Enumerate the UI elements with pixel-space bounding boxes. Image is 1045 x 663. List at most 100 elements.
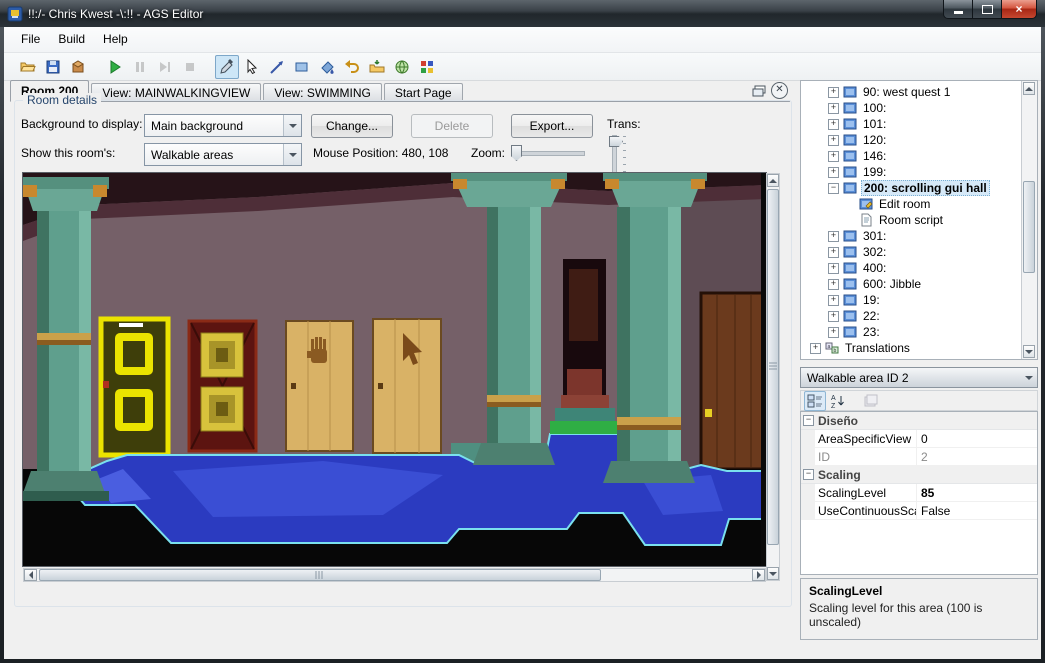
expand-icon[interactable]: + bbox=[828, 102, 839, 114]
tree-item-199[interactable]: +199: bbox=[801, 164, 1021, 180]
expand-icon[interactable]: + bbox=[828, 86, 839, 98]
property-category-scaling[interactable]: − Scaling bbox=[801, 466, 1037, 484]
expand-icon[interactable]: + bbox=[828, 310, 839, 322]
tree-item-translations[interactable]: + a b Translations bbox=[801, 340, 1021, 356]
canvas-vertical-scrollbar[interactable] bbox=[766, 173, 780, 581]
tab-view-swimming[interactable]: View: SWIMMING bbox=[263, 83, 382, 101]
select-cursor-button[interactable] bbox=[240, 55, 264, 79]
tab-start-page[interactable]: Start Page bbox=[383, 83, 463, 101]
expand-icon[interactable]: + bbox=[828, 262, 839, 274]
window-list-button[interactable] bbox=[751, 83, 767, 98]
property-value[interactable]: 2 bbox=[917, 448, 1037, 465]
tree-item-90-west-quest-1[interactable]: +90: west quest 1 bbox=[801, 84, 1021, 100]
room-icon bbox=[843, 309, 857, 323]
horizontal-scroll-thumb[interactable] bbox=[39, 569, 601, 581]
slider-track[interactable] bbox=[511, 151, 585, 156]
chevron-down-icon[interactable] bbox=[1021, 368, 1037, 387]
vertical-scroll-thumb[interactable] bbox=[767, 189, 779, 545]
alphabetical-button[interactable]: AZ bbox=[827, 391, 849, 411]
tree-item-302[interactable]: +302: bbox=[801, 244, 1021, 260]
walkable-area-selector[interactable]: Walkable area ID 2 bbox=[800, 367, 1038, 388]
tree-item-146[interactable]: +146: bbox=[801, 148, 1021, 164]
slider-thumb[interactable] bbox=[511, 145, 522, 161]
export-button[interactable]: Export... bbox=[511, 114, 593, 138]
categorized-button[interactable] bbox=[804, 390, 826, 411]
run-button[interactable] bbox=[103, 55, 127, 79]
draw-rectangle-button[interactable] bbox=[290, 55, 314, 79]
expand-icon[interactable]: + bbox=[828, 134, 839, 146]
property-value[interactable]: 85 bbox=[917, 484, 1037, 501]
expand-icon[interactable]: + bbox=[810, 342, 821, 354]
close-tab-button[interactable]: ✕ bbox=[771, 82, 788, 99]
expand-icon[interactable]: + bbox=[828, 326, 839, 338]
tree-item-22[interactable]: +22: bbox=[801, 308, 1021, 324]
tree-item-room-script[interactable]: Room script bbox=[801, 212, 1021, 228]
property-value[interactable]: 0 bbox=[917, 430, 1037, 447]
palette-button[interactable] bbox=[415, 55, 439, 79]
titlebar[interactable]: !!:/- Chris Kwest -\:!! - AGS Editor × bbox=[0, 0, 1045, 27]
scroll-up-button[interactable] bbox=[1023, 82, 1035, 95]
chevron-down-icon[interactable] bbox=[283, 115, 301, 136]
tree-item-400[interactable]: +400: bbox=[801, 260, 1021, 276]
tab-view-mainwalkingview[interactable]: View: MAINWALKINGVIEW bbox=[91, 83, 262, 101]
tree-scrollbar[interactable] bbox=[1021, 81, 1037, 359]
slider-thumb[interactable] bbox=[609, 136, 623, 147]
scroll-right-button[interactable] bbox=[752, 569, 765, 581]
property-row-areaspecificview[interactable]: AreaSpecificView 0 bbox=[801, 430, 1037, 448]
expand-icon[interactable]: + bbox=[828, 166, 839, 178]
tree-scroll-thumb[interactable] bbox=[1023, 181, 1035, 273]
change-button[interactable]: Change... bbox=[311, 114, 393, 138]
collapse-icon[interactable]: − bbox=[828, 182, 839, 194]
draw-line-button[interactable] bbox=[265, 55, 289, 79]
open-button[interactable] bbox=[16, 55, 40, 79]
property-row-scalinglevel[interactable]: ScalingLevel 85 bbox=[801, 484, 1037, 502]
room-canvas[interactable] bbox=[22, 172, 767, 567]
chevron-down-icon[interactable] bbox=[283, 144, 301, 165]
transparency-slider[interactable] bbox=[608, 133, 626, 177]
scroll-left-button[interactable] bbox=[24, 569, 37, 581]
expand-icon[interactable]: + bbox=[828, 294, 839, 306]
tree-item-100[interactable]: +100: bbox=[801, 100, 1021, 116]
tree-item-200-scrolling-gui-hall[interactable]: − 200: scrolling gui hall bbox=[801, 180, 1021, 196]
scroll-down-button[interactable] bbox=[767, 567, 779, 580]
property-category-diseño[interactable]: − Diseño bbox=[801, 412, 1037, 430]
scroll-down-button[interactable] bbox=[1023, 345, 1035, 358]
tree-item-600-jibble[interactable]: +600: Jibble bbox=[801, 276, 1021, 292]
save-button[interactable] bbox=[41, 55, 65, 79]
expand-icon[interactable]: + bbox=[828, 278, 839, 290]
expand-icon[interactable]: + bbox=[828, 246, 839, 258]
expand-icon[interactable]: + bbox=[828, 118, 839, 130]
expand-icon[interactable]: + bbox=[828, 150, 839, 162]
tree-item-edit-room[interactable]: Edit room bbox=[801, 196, 1021, 212]
expand-icon[interactable]: + bbox=[828, 230, 839, 242]
fill-area-button[interactable] bbox=[315, 55, 339, 79]
web-button[interactable] bbox=[390, 55, 414, 79]
import-button[interactable] bbox=[365, 55, 389, 79]
select-color-button[interactable] bbox=[215, 54, 239, 79]
collapse-icon[interactable]: − bbox=[803, 415, 814, 426]
tree-item-23[interactable]: +23: bbox=[801, 324, 1021, 340]
undo-button[interactable] bbox=[340, 55, 364, 79]
scroll-up-button[interactable] bbox=[767, 174, 779, 187]
canvas-horizontal-scrollbar[interactable] bbox=[23, 568, 766, 582]
menu-build[interactable]: Build bbox=[49, 27, 94, 52]
background-select[interactable]: Main background bbox=[144, 114, 302, 137]
property-pages-icon bbox=[863, 393, 879, 409]
close-button[interactable]: × bbox=[1002, 0, 1036, 18]
tree-item-120[interactable]: +120: bbox=[801, 132, 1021, 148]
tree-item-19[interactable]: +19: bbox=[801, 292, 1021, 308]
tree-item-301[interactable]: +301: bbox=[801, 228, 1021, 244]
minimize-button[interactable] bbox=[944, 0, 973, 18]
zoom-slider[interactable] bbox=[509, 143, 587, 163]
maximize-button[interactable] bbox=[973, 0, 1002, 18]
collapse-icon[interactable]: − bbox=[803, 469, 814, 480]
show-label: Show this room's: bbox=[21, 146, 116, 160]
menu-help[interactable]: Help bbox=[94, 27, 137, 52]
build-package-button[interactable] bbox=[66, 55, 90, 79]
property-row-usecontinuoussca[interactable]: UseContinuousSca False bbox=[801, 502, 1037, 520]
menu-file[interactable]: File bbox=[12, 27, 49, 52]
tree-item-101[interactable]: +101: bbox=[801, 116, 1021, 132]
show-select[interactable]: Walkable areas bbox=[144, 143, 302, 166]
property-value[interactable]: False bbox=[917, 502, 1037, 519]
property-row-id[interactable]: ID 2 bbox=[801, 448, 1037, 466]
